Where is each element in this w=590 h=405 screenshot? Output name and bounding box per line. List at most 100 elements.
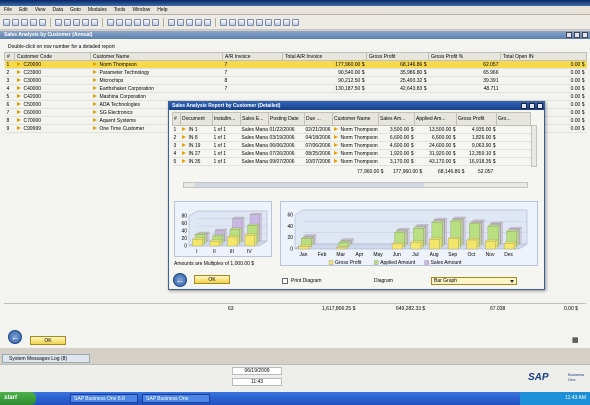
link-arrow-icon[interactable] bbox=[181, 159, 186, 164]
dialog-back-button[interactable]: ← bbox=[173, 273, 187, 287]
column-header[interactable]: Due ... bbox=[304, 112, 333, 126]
link-arrow-icon[interactable] bbox=[92, 70, 97, 75]
link-arrow-icon[interactable] bbox=[16, 70, 21, 75]
chart-icon[interactable]: ▦ bbox=[572, 336, 579, 344]
row-number[interactable]: 3 bbox=[172, 141, 181, 150]
find-icon[interactable] bbox=[107, 18, 114, 26]
link-arrow-icon[interactable] bbox=[92, 86, 97, 91]
menu-file[interactable]: File bbox=[4, 7, 12, 13]
link-arrow-icon[interactable] bbox=[92, 62, 97, 67]
column-header[interactable]: Applied Am... bbox=[414, 112, 457, 126]
column-header[interactable]: Gross Profit bbox=[366, 52, 429, 61]
menu-modules[interactable]: Modules bbox=[88, 7, 107, 13]
link-arrow-icon[interactable] bbox=[92, 118, 97, 123]
table-row[interactable]: 5 C42000 Mashina Corporation 0.00 $ bbox=[4, 92, 587, 101]
document-cell[interactable]: IN 8 bbox=[180, 133, 213, 142]
link-arrow-icon[interactable] bbox=[333, 143, 338, 148]
menu-edit[interactable]: Edit bbox=[19, 7, 28, 13]
link-arrow-icon[interactable] bbox=[16, 110, 21, 115]
table-row[interactable]: 3 IN 19 1 of 1 Sales Mana 06/06/2006 07/… bbox=[172, 141, 531, 150]
dialog-ok-button[interactable]: OK bbox=[194, 275, 230, 284]
customer-code-cell[interactable]: C50000 bbox=[14, 100, 91, 109]
table-row[interactable]: 2 C23900 Parameter Technology 7 90,540.0… bbox=[4, 68, 587, 77]
ok-button[interactable]: OK bbox=[30, 336, 66, 345]
document-cell[interactable]: IN 27 bbox=[180, 149, 213, 158]
email-icon[interactable] bbox=[55, 18, 62, 26]
column-header[interactable]: Posting Date bbox=[268, 112, 305, 126]
menu-tools[interactable]: Tools bbox=[114, 7, 126, 13]
minimize-button[interactable] bbox=[566, 32, 572, 38]
filter-icon[interactable] bbox=[168, 18, 175, 26]
link-arrow-icon[interactable] bbox=[181, 127, 186, 132]
column-header[interactable]: Gross Profit bbox=[456, 112, 497, 126]
dialog-maximize-button[interactable] bbox=[529, 103, 535, 109]
close-button[interactable] bbox=[582, 32, 588, 38]
back-button[interactable]: ← bbox=[8, 330, 22, 344]
system-messages-log-tab[interactable]: System Messages Log (8) bbox=[2, 354, 90, 363]
row-number[interactable]: 8 bbox=[4, 116, 15, 125]
word-icon[interactable] bbox=[91, 18, 98, 26]
row-number[interactable]: 4 bbox=[172, 149, 181, 158]
link-arrow-icon[interactable] bbox=[16, 118, 21, 123]
customer-code-cell[interactable]: C99999 bbox=[14, 124, 91, 133]
link-arrow-icon[interactable] bbox=[181, 151, 186, 156]
first-record-icon[interactable] bbox=[125, 18, 132, 26]
calendar-icon[interactable] bbox=[283, 18, 290, 26]
dialog-close-button[interactable] bbox=[537, 103, 543, 109]
diagram-type-select[interactable]: Bar Graph bbox=[431, 277, 517, 285]
menu-data[interactable]: Data bbox=[52, 7, 63, 13]
column-header[interactable]: Customer Name bbox=[90, 52, 223, 61]
previous-record-icon[interactable] bbox=[134, 18, 141, 26]
column-header[interactable]: Gro... bbox=[496, 112, 531, 126]
table-row[interactable]: 1 C20000 Norm Thompson 7 177,960.00 $ 68… bbox=[4, 60, 587, 69]
target-document-icon[interactable] bbox=[204, 18, 211, 26]
column-header[interactable]: Customer Code bbox=[14, 52, 91, 61]
new-icon[interactable] bbox=[3, 18, 10, 26]
next-record-icon[interactable] bbox=[143, 18, 150, 26]
column-header[interactable]: Total Open IN bbox=[500, 52, 587, 61]
warning-icon[interactable] bbox=[265, 18, 272, 26]
menu-goto[interactable]: Goto bbox=[70, 7, 81, 13]
last-record-icon[interactable] bbox=[152, 18, 159, 26]
link-arrow-icon[interactable] bbox=[16, 86, 21, 91]
link-arrow-icon[interactable] bbox=[333, 135, 338, 140]
customer-code-cell[interactable]: C40000 bbox=[14, 84, 91, 93]
pencil-icon[interactable] bbox=[238, 18, 245, 26]
transaction-journal-icon[interactable] bbox=[247, 18, 254, 26]
link-arrow-icon[interactable] bbox=[181, 143, 186, 148]
menu-window[interactable]: Window bbox=[132, 7, 150, 13]
dialog-minimize-button[interactable] bbox=[521, 103, 527, 109]
table-row[interactable]: 5 IN 35 1 of 1 Sales Mana 09/07/2006 10/… bbox=[172, 157, 531, 166]
layout-designer-icon[interactable] bbox=[229, 18, 236, 26]
row-number[interactable]: 9 bbox=[4, 124, 15, 133]
sms-icon[interactable] bbox=[64, 18, 71, 26]
link-arrow-icon[interactable] bbox=[333, 127, 338, 132]
menu-help[interactable]: Help bbox=[157, 7, 167, 13]
preview-icon[interactable] bbox=[39, 18, 46, 26]
row-number[interactable]: 7 bbox=[4, 108, 15, 117]
row-number[interactable]: 2 bbox=[4, 68, 15, 77]
taskbar-item-sap-business-one[interactable]: SAP Business One bbox=[142, 394, 210, 403]
link-arrow-icon[interactable] bbox=[92, 126, 97, 131]
column-header[interactable]: Installm... bbox=[212, 112, 241, 126]
customer-code-cell[interactable]: C42000 bbox=[14, 92, 91, 101]
table-row[interactable]: 3 C30000 Microchips 8 90,212.50 $ 25,493… bbox=[4, 76, 587, 85]
link-arrow-icon[interactable] bbox=[16, 94, 21, 99]
customer-code-cell[interactable]: C60000 bbox=[14, 108, 91, 117]
row-number[interactable]: 1 bbox=[4, 60, 15, 69]
column-header[interactable]: A/R Invoice bbox=[222, 52, 283, 61]
document-cell[interactable]: IN 19 bbox=[180, 141, 213, 150]
help-icon[interactable] bbox=[292, 18, 299, 26]
link-arrow-icon[interactable] bbox=[92, 78, 97, 83]
link-arrow-icon[interactable] bbox=[181, 135, 186, 140]
document-cell[interactable]: IN 35 bbox=[180, 157, 213, 166]
column-header[interactable]: Customer Name bbox=[332, 112, 379, 126]
customer-code-cell[interactable]: C20000 bbox=[14, 60, 91, 69]
sort-icon[interactable] bbox=[177, 18, 184, 26]
row-number[interactable]: 4 bbox=[4, 84, 15, 93]
horizontal-scrollbar[interactable] bbox=[183, 182, 528, 188]
refresh-icon[interactable] bbox=[186, 18, 193, 26]
vertical-scrollbar[interactable] bbox=[531, 125, 537, 167]
table-row[interactable]: 4 C40000 Earthshaker Corporation 7 130,1… bbox=[4, 84, 587, 93]
row-number[interactable]: 3 bbox=[4, 76, 15, 85]
